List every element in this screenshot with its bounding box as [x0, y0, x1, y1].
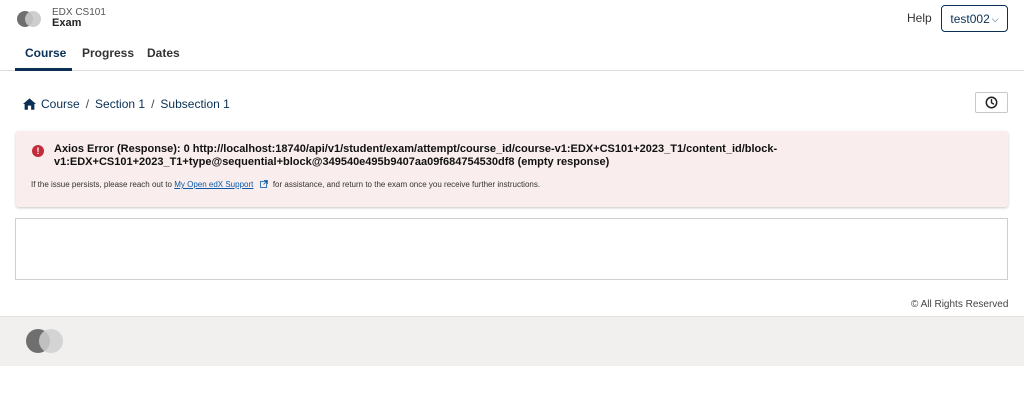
external-link-icon [259, 180, 268, 188]
exam-content-area [15, 218, 1008, 280]
breadcrumb: Course / Section 1 / Subsection 1 [23, 97, 230, 111]
site-footer [0, 316, 1024, 366]
course-tabs: Course Progress Dates [0, 38, 1024, 71]
alert-message: If the issue persists, please reach out … [31, 180, 540, 190]
clock-icon [985, 96, 998, 109]
chevron-down-icon: ⌵ [991, 13, 999, 24]
user-menu-button[interactable]: test002 ⌵ [941, 5, 1008, 32]
error-alert: ! Axios Error (Response): 0 http://local… [16, 131, 1008, 207]
breadcrumb-subsection[interactable]: Subsection 1 [160, 97, 229, 111]
copyright-text: © All Rights Reserved [911, 299, 1009, 310]
breadcrumb-section[interactable]: Section 1 [95, 97, 145, 111]
tab-progress[interactable]: Progress [82, 46, 134, 60]
breadcrumb-separator: / [85, 97, 90, 111]
error-icon: ! [32, 145, 44, 157]
breadcrumb-separator: / [151, 97, 155, 111]
home-icon[interactable] [23, 98, 36, 110]
footer-logo[interactable] [26, 329, 64, 353]
tab-course[interactable]: Course [25, 46, 66, 60]
active-tab-indicator [15, 68, 72, 71]
brand-logo[interactable] [17, 11, 43, 27]
exam-timer-button[interactable] [975, 92, 1008, 113]
alert-title: Axios Error (Response): 0 http://localho… [54, 143, 778, 168]
help-link[interactable]: Help [907, 11, 932, 25]
alert-message-before: If the issue persists, please reach out … [31, 180, 172, 189]
course-title: Exam [52, 17, 82, 29]
support-link[interactable]: My Open edX Support [174, 180, 253, 189]
alert-message-after: for assistance, and return to the exam o… [272, 180, 541, 189]
breadcrumb-course[interactable]: Course [41, 97, 80, 111]
site-header: EDX CS101 Exam Help test002 ⌵ [0, 0, 1024, 38]
tab-dates[interactable]: Dates [147, 46, 180, 60]
user-menu-label: test002 [950, 11, 990, 26]
